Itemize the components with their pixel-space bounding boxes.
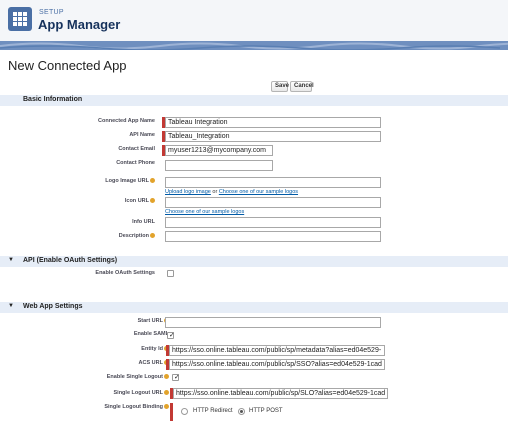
acs-url-input[interactable]: https://sso.online.tableau.com/public/sp… xyxy=(169,359,385,370)
icon-url-input[interactable] xyxy=(165,197,381,208)
enable-saml-checkbox[interactable]: ✓ xyxy=(167,332,175,339)
entity-id-label-text: Entity Id xyxy=(141,346,163,352)
single-logout-url-input[interactable]: https://sso.online.tableau.com/public/sp… xyxy=(173,388,388,399)
enable-single-logout-checkbox[interactable]: ✓ xyxy=(172,374,180,381)
logo-image-url-label-text: Logo Image URL xyxy=(105,178,149,184)
binding-radio-http-post[interactable] xyxy=(238,408,245,415)
single-logout-url-label-text: Single Logout URL xyxy=(113,390,164,396)
info-icon[interactable] xyxy=(150,233,155,239)
description-label: Description xyxy=(119,233,155,239)
triangle-down-icon[interactable]: ▼ xyxy=(8,257,14,263)
info-url-input[interactable] xyxy=(165,217,381,228)
description-input[interactable] xyxy=(165,231,381,242)
info-icon[interactable] xyxy=(164,390,169,396)
setup-label: SETUP xyxy=(39,9,64,16)
enable-oauth-checkbox[interactable] xyxy=(167,270,174,277)
connected-app-name-input[interactable]: Tableau Integration xyxy=(165,117,381,128)
required-indicator xyxy=(170,403,173,421)
icon-links: Choose one of our sample logos xyxy=(165,209,244,215)
app-manager-title: App Manager xyxy=(38,17,121,32)
contact-phone-input[interactable] xyxy=(165,160,273,171)
single-logout-binding-label: Single Logout Binding xyxy=(104,404,169,410)
choose-sample-logo-link[interactable]: Choose one of our sample logos xyxy=(219,189,298,195)
section-basic-information: Basic Information xyxy=(0,95,508,106)
binding-option-label: HTTP Redirect xyxy=(193,408,233,414)
enable-saml-label: Enable SAML xyxy=(133,331,169,337)
enable-single-logout-label-text: Enable Single Logout xyxy=(106,374,163,380)
icon-url-label-text: Icon URL xyxy=(124,198,149,204)
start-url-label-text: Start URL xyxy=(137,318,163,324)
section-api-oauth[interactable]: ▼ API (Enable OAuth Settings) xyxy=(0,256,508,267)
logo-image-url-input[interactable] xyxy=(165,177,381,188)
setup-header: SETUP App Manager xyxy=(0,0,508,41)
logo-image-url-label: Logo Image URL xyxy=(105,178,155,184)
choose-sample-icon-link[interactable]: Choose one of our sample logos xyxy=(165,209,244,215)
upload-logo-link[interactable]: Upload logo image xyxy=(165,189,211,195)
section-title: API (Enable OAuth Settings) xyxy=(23,257,118,264)
info-icon[interactable] xyxy=(150,198,155,204)
description-label-text: Description xyxy=(118,233,149,239)
radio-selected-dot xyxy=(240,410,243,413)
section-title: Basic Information xyxy=(23,96,83,103)
page-title: New Connected App xyxy=(8,58,127,73)
info-icon[interactable] xyxy=(164,374,169,380)
header-wave-decoration xyxy=(0,41,508,50)
entity-id-label: Entity Id xyxy=(141,346,169,352)
section-web-app-settings[interactable]: ▼ Web App Settings xyxy=(0,302,508,313)
info-icon[interactable] xyxy=(150,178,155,184)
enable-single-logout-label: Enable Single Logout xyxy=(107,374,169,380)
info-icon[interactable] xyxy=(164,404,169,410)
start-url-input[interactable] xyxy=(165,317,381,328)
checkmark-icon: ✓ xyxy=(174,374,180,381)
contact-email-label: Contact Email xyxy=(118,146,155,152)
api-name-input[interactable]: Tableau_Integration xyxy=(165,131,381,142)
info-url-label: Info URL xyxy=(132,219,155,225)
logo-links: Upload logo image or Choose one of our s… xyxy=(165,189,298,195)
icon-url-label: Icon URL xyxy=(125,198,155,204)
logo-or-text: or xyxy=(212,189,218,195)
acs-url-label: ACS URL xyxy=(139,360,169,366)
entity-id-input[interactable]: https://sso.online.tableau.com/public/sp… xyxy=(169,345,385,356)
api-name-label: API Name xyxy=(129,132,155,138)
binding-radio-http-redirect[interactable] xyxy=(181,408,188,415)
triangle-down-icon[interactable]: ▼ xyxy=(8,303,14,309)
single-logout-binding-label-text: Single Logout Binding xyxy=(104,404,163,410)
contact-email-input[interactable]: myuser1213@mycompany.com xyxy=(165,145,273,156)
binding-option-label: HTTP POST xyxy=(249,408,283,414)
connected-app-name-label: Connected App Name xyxy=(98,118,155,124)
app-grid-icon[interactable] xyxy=(8,7,32,31)
acs-url-label-text: ACS URL xyxy=(138,360,163,366)
single-logout-url-label: Single Logout URL xyxy=(113,390,169,396)
cancel-button[interactable]: Cancel xyxy=(290,81,314,92)
section-title: Web App Settings xyxy=(23,303,83,310)
enable-oauth-label: Enable OAuth Settings xyxy=(95,270,155,276)
contact-phone-label: Contact Phone xyxy=(116,160,155,166)
save-button[interactable]: Save xyxy=(271,81,289,92)
checkmark-icon: ✓ xyxy=(169,332,175,339)
